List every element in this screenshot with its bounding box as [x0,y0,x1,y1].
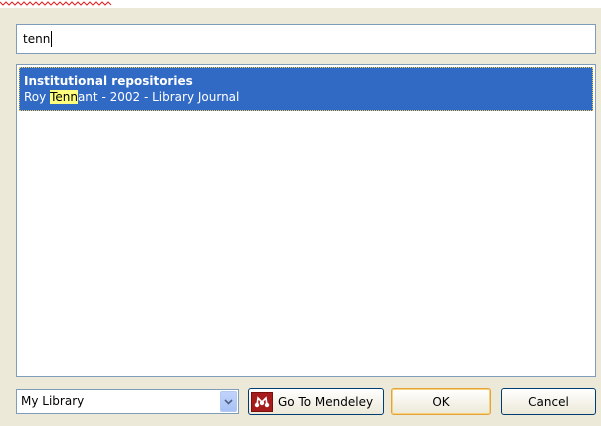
bottom-bar: My Library Go To Mendeley OK Cancel [16,385,596,417]
result-item[interactable]: Institutional repositories Roy Tennant -… [19,67,593,111]
mendeley-logo-icon [251,391,273,412]
result-meta: Roy Tennant - 2002 - Library Journal [24,89,588,105]
result-author-rest: ant [77,90,98,104]
go-to-mendeley-label: Go To Mendeley [278,394,374,409]
chevron-down-icon[interactable] [220,391,237,412]
search-input-value: tenn [23,32,51,46]
library-select-value: My Library [21,394,85,408]
result-meta-rest: - 2002 - Library Journal [97,90,240,104]
citation-search-dialog: tenn Institutional repositories Roy Tenn… [0,8,601,426]
ok-label: OK [432,394,450,409]
search-input[interactable]: tenn [16,24,596,54]
cancel-button[interactable]: Cancel [501,388,596,415]
result-author-first: Roy [24,90,51,104]
result-title: Institutional repositories [24,74,193,88]
cancel-label: Cancel [528,394,569,409]
search-match-highlight: Tenn [50,90,78,104]
go-to-mendeley-button[interactable]: Go To Mendeley [248,388,384,415]
spellcheck-squiggle [0,1,112,6]
results-list[interactable]: Institutional repositories Roy Tennant -… [16,64,596,377]
library-select[interactable]: My Library [16,389,239,414]
ok-button[interactable]: OK [391,388,491,415]
text-caret [51,31,53,47]
